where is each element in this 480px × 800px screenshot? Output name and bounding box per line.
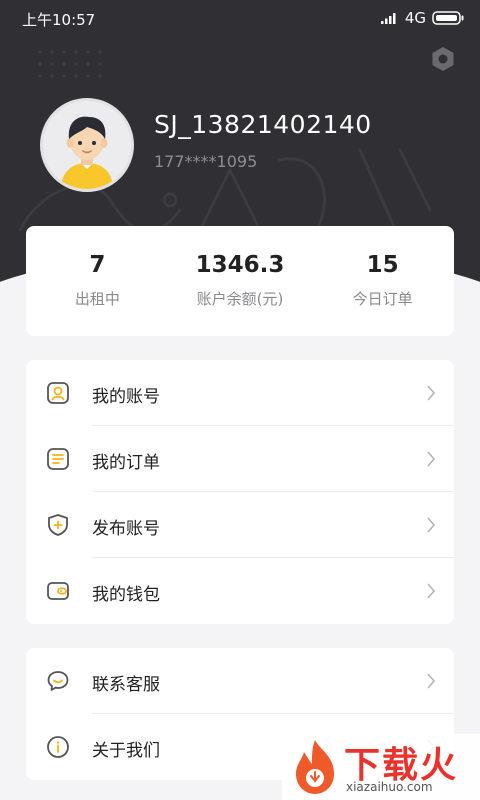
stat-value: 1346.3 <box>195 252 285 278</box>
watermark-subtitle: xiazaihuo.com <box>346 780 433 794</box>
stat-label: 出租中 <box>74 290 120 308</box>
username: SJ_13821402140 <box>154 110 372 139</box>
stat-value: 7 <box>89 252 106 278</box>
main-menu: 我的账号 我的订单 发布账号 我的钱包 <box>26 360 454 624</box>
menu-label: 我的钱包 <box>92 585 160 605</box>
wallet-icon <box>47 582 69 600</box>
stat-label: 账户余额(元) <box>196 290 284 308</box>
chat-icon <box>47 671 69 691</box>
order-list-icon <box>47 448 69 470</box>
chevron-right-icon <box>427 451 436 467</box>
masked-phone: 177****1095 <box>154 152 258 171</box>
menu-item-publish-account[interactable]: 发布账号 <box>26 492 454 558</box>
chevron-right-icon <box>427 673 436 689</box>
battery-icon <box>432 11 464 25</box>
status-time: 上午10:57 <box>22 11 96 29</box>
flame-logo-icon <box>296 740 334 794</box>
stat-renting[interactable]: 7 出租中 <box>26 226 169 336</box>
settings-gear-icon[interactable] <box>428 44 458 74</box>
avatar[interactable] <box>40 98 134 192</box>
menu-label: 关于我们 <box>92 741 160 761</box>
chevron-right-icon <box>427 583 436 599</box>
menu-item-my-wallet[interactable]: 我的钱包 <box>26 558 454 624</box>
stat-balance[interactable]: 1346.3 账户余额(元) <box>169 226 312 336</box>
stat-today-orders[interactable]: 15 今日订单 <box>311 226 454 336</box>
menu-label: 联系客服 <box>92 675 160 695</box>
info-icon <box>47 736 69 758</box>
user-icon <box>47 382 69 404</box>
menu-label: 我的订单 <box>92 453 160 473</box>
watermark: 下载火 xiazaihuo.com <box>282 734 480 800</box>
status-indicators: 4G <box>380 9 464 27</box>
menu-label: 我的账号 <box>92 387 160 407</box>
signal-icon <box>380 13 396 24</box>
status-bar: 上午10:57 4G <box>0 0 480 36</box>
stat-value: 15 <box>366 252 399 278</box>
network-type: 4G <box>404 9 426 27</box>
menu-label: 发布账号 <box>92 519 160 539</box>
chevron-right-icon <box>427 517 436 533</box>
chevron-right-icon <box>427 385 436 401</box>
avatar-boy-icon <box>61 116 113 189</box>
menu-item-customer-service[interactable]: 联系客服 <box>26 648 454 714</box>
menu-item-my-account[interactable]: 我的账号 <box>26 360 454 426</box>
menu-item-my-orders[interactable]: 我的订单 <box>26 426 454 492</box>
publish-shield-icon <box>48 514 68 536</box>
stats-card: 7 出租中 1346.3 账户余额(元) 15 今日订单 <box>26 226 454 336</box>
stat-label: 今日订单 <box>352 290 413 308</box>
